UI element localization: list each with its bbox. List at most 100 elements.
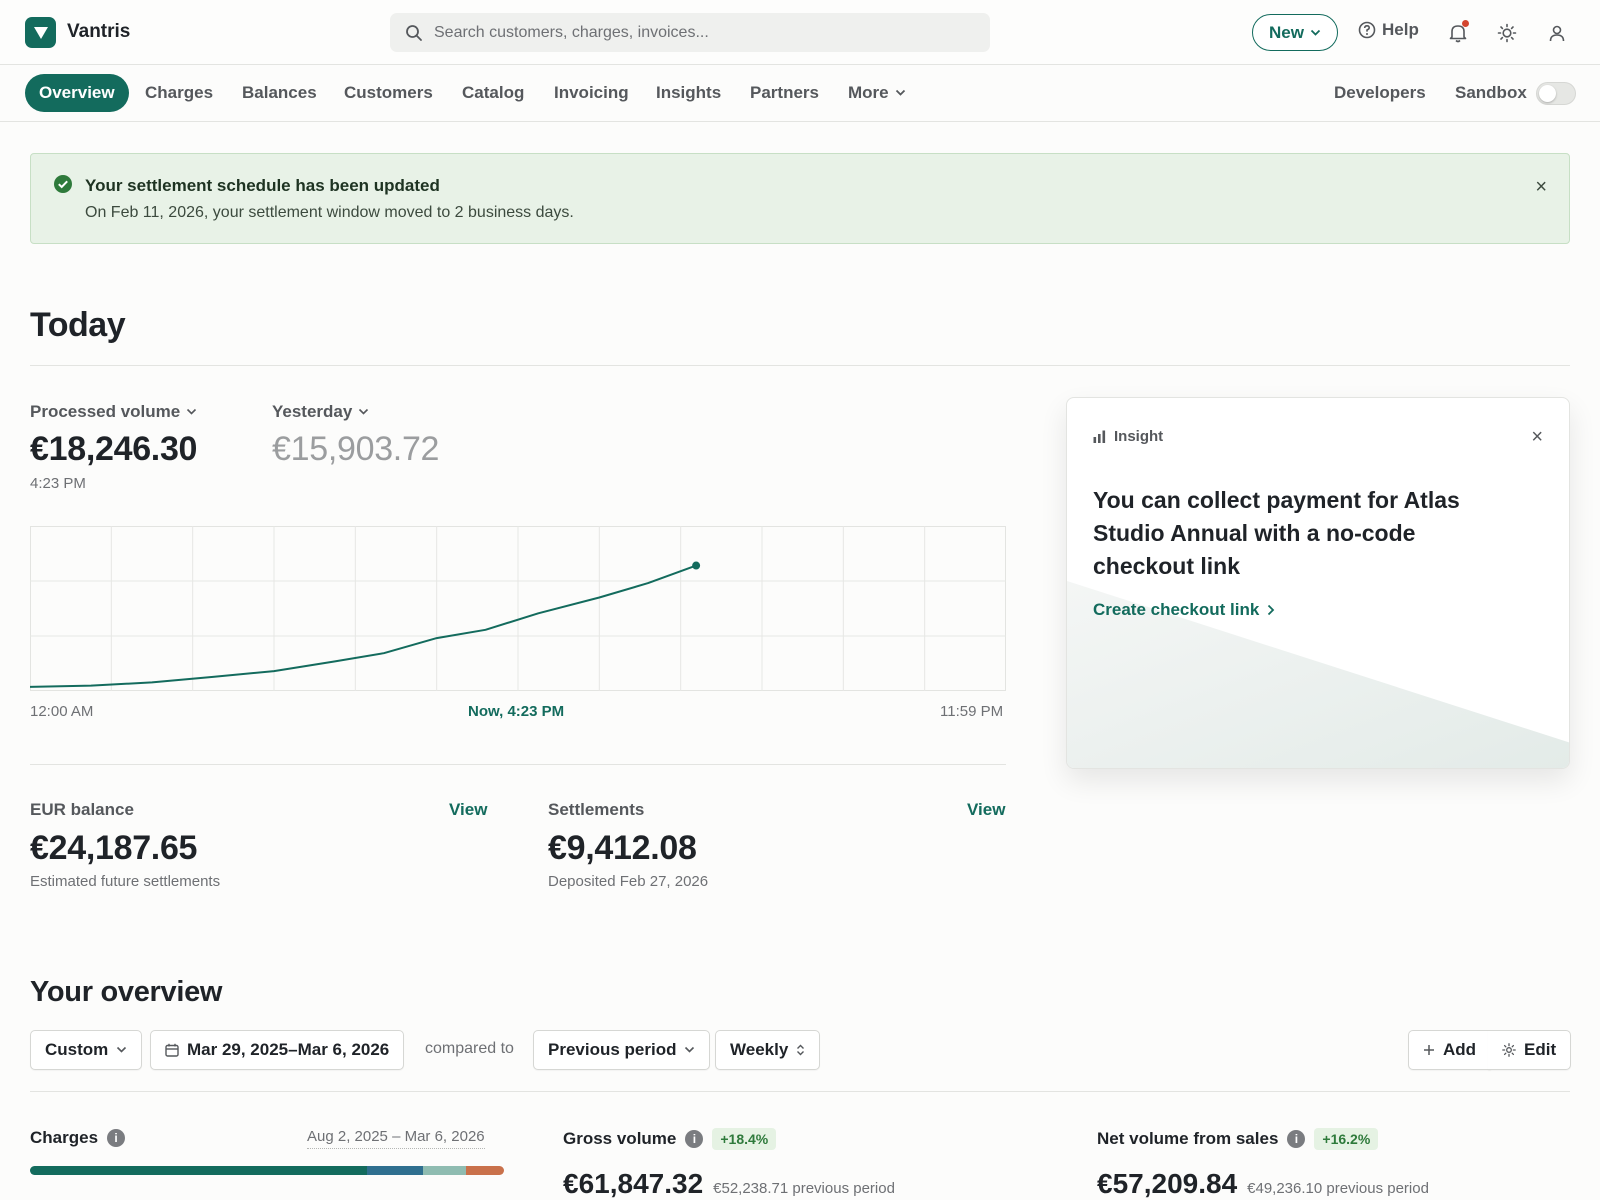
charges-bar-segment bbox=[466, 1166, 504, 1175]
settlements-label: Settlements bbox=[548, 800, 645, 819]
toggle-knob bbox=[1539, 85, 1556, 102]
create-checkout-link[interactable]: Create checkout link bbox=[1093, 600, 1275, 620]
processed-volume-time: 4:23 PM bbox=[30, 475, 86, 492]
chevron-down-icon bbox=[359, 408, 369, 415]
insight-close-icon[interactable]: × bbox=[1531, 426, 1543, 449]
edit-label: Edit bbox=[1524, 1040, 1557, 1059]
plus-icon bbox=[1424, 1045, 1434, 1055]
nav-charges[interactable]: Charges bbox=[145, 74, 213, 112]
chevron-updown-icon bbox=[797, 1044, 805, 1056]
alert-title: Your settlement schedule has been update… bbox=[85, 176, 440, 195]
new-button-label: New bbox=[1269, 22, 1304, 42]
nav-insights[interactable]: Insights bbox=[656, 74, 721, 112]
eur-balance-view-link[interactable]: View bbox=[449, 800, 487, 820]
charges-breakdown-bar bbox=[30, 1166, 504, 1175]
chevron-right-icon bbox=[1268, 604, 1275, 616]
charges-label: Charges bbox=[30, 1128, 99, 1147]
gross-volume-value: €61,847.32 bbox=[563, 1168, 704, 1199]
insight-card: Insight × You can collect payment for At… bbox=[1066, 397, 1570, 769]
compare-period-label: Yesterday bbox=[272, 402, 353, 421]
nav-balances[interactable]: Balances bbox=[242, 74, 317, 112]
sandbox-toggle[interactable] bbox=[1536, 82, 1576, 105]
overview-heading: Your overview bbox=[30, 976, 223, 1008]
alert-close-icon[interactable]: × bbox=[1535, 176, 1547, 199]
help-label: Help bbox=[1382, 20, 1419, 39]
insight-background-shape bbox=[1067, 581, 1569, 768]
bar-chart-icon bbox=[1093, 430, 1106, 443]
search-input[interactable] bbox=[434, 13, 974, 52]
theme-button[interactable] bbox=[1494, 20, 1520, 46]
info-icon[interactable]: i bbox=[107, 1129, 126, 1147]
comparison-label: Previous period bbox=[548, 1040, 677, 1059]
new-button[interactable]: New bbox=[1252, 14, 1338, 51]
net-volume-previous: €49,236.10 previous period bbox=[1247, 1180, 1429, 1197]
date-range-picker[interactable]: Mar 29, 2025–Mar 6, 2026 bbox=[150, 1030, 405, 1070]
axis-now-label: Now, 4:23 PM bbox=[468, 703, 565, 720]
edit-widgets-button[interactable]: Edit bbox=[1488, 1030, 1572, 1070]
chevron-down-icon bbox=[1310, 29, 1321, 36]
processed-volume-line bbox=[30, 564, 697, 688]
alert-body: On Feb 11, 2026, your settlement window … bbox=[85, 204, 574, 221]
nav-invoicing[interactable]: Invoicing bbox=[554, 74, 629, 112]
settlement-alert: Your settlement schedule has been update… bbox=[30, 153, 1570, 244]
net-volume-metric-label: Net volume from sales i +16.2% bbox=[1097, 1128, 1379, 1150]
sun-icon bbox=[1497, 23, 1517, 43]
eur-balance-label: EUR balance bbox=[30, 800, 134, 819]
nav-customers[interactable]: Customers bbox=[344, 74, 433, 112]
net-volume-delta-badge: +16.2% bbox=[1314, 1128, 1379, 1150]
eur-balance-value: €24,187.65 bbox=[30, 829, 198, 867]
charges-bar-segment bbox=[30, 1166, 367, 1175]
compare-period-value: €15,903.72 bbox=[272, 430, 440, 468]
search-bar[interactable] bbox=[390, 13, 990, 52]
divider bbox=[30, 764, 1006, 765]
brand-logo[interactable] bbox=[25, 17, 56, 48]
compare-period-selector[interactable]: Yesterday bbox=[272, 402, 369, 422]
notifications-button[interactable] bbox=[1445, 20, 1471, 46]
gross-volume-metric-label: Gross volume i +18.4% bbox=[563, 1128, 777, 1150]
interval-select[interactable]: Weekly bbox=[715, 1030, 821, 1070]
create-checkout-link-label: Create checkout link bbox=[1093, 600, 1260, 619]
insight-tag: Insight bbox=[1093, 428, 1163, 445]
net-volume-value: €57,209.84 bbox=[1097, 1168, 1238, 1199]
today-heading: Today bbox=[30, 306, 126, 344]
gross-volume-previous: €52,238.71 previous period bbox=[713, 1180, 895, 1197]
calendar-icon bbox=[165, 1043, 179, 1057]
notification-dot bbox=[1462, 20, 1469, 27]
user-icon bbox=[1549, 25, 1565, 42]
net-volume-label: Net volume from sales bbox=[1097, 1129, 1279, 1148]
range-type-select[interactable]: Custom bbox=[30, 1030, 143, 1070]
nav-catalog[interactable]: Catalog bbox=[462, 74, 524, 112]
info-icon[interactable]: i bbox=[1287, 1130, 1306, 1148]
divider bbox=[30, 1091, 1570, 1092]
processed-volume-selector[interactable]: Processed volume bbox=[30, 402, 197, 422]
nav-partners[interactable]: Partners bbox=[750, 74, 819, 112]
nav-developers[interactable]: Developers bbox=[1334, 74, 1426, 112]
account-button[interactable] bbox=[1544, 20, 1570, 46]
current-value-point bbox=[692, 561, 701, 570]
charges-bar-segment bbox=[366, 1166, 424, 1175]
interval-label: Weekly bbox=[730, 1040, 789, 1059]
axis-start-label: 12:00 AM bbox=[30, 703, 94, 720]
axis-end-label: 11:59 PM bbox=[940, 703, 1004, 720]
eur-balance-sub: Estimated future settlements bbox=[30, 873, 221, 890]
comparison-select[interactable]: Previous period bbox=[533, 1030, 711, 1070]
logo-mark-icon bbox=[33, 26, 48, 39]
main-nav: Overview Charges Balances Customers Cata… bbox=[0, 65, 1600, 122]
range-type-label: Custom bbox=[45, 1040, 109, 1059]
nav-overview[interactable]: Overview bbox=[25, 74, 129, 112]
divider bbox=[30, 365, 1570, 366]
nav-more[interactable]: More bbox=[848, 74, 906, 112]
search-icon bbox=[406, 25, 422, 41]
chevron-down-icon bbox=[895, 89, 905, 96]
gross-volume-label: Gross volume bbox=[563, 1129, 677, 1148]
nav-more-label: More bbox=[848, 83, 889, 102]
settlements-view-link[interactable]: View bbox=[967, 800, 1005, 820]
info-icon[interactable]: i bbox=[685, 1130, 704, 1148]
check-circle-icon bbox=[54, 175, 72, 193]
help-button[interactable]: Help bbox=[1358, 20, 1419, 40]
settlements-sub: Deposited Feb 27, 2026 bbox=[548, 873, 709, 890]
top-bar: Vantris New Help bbox=[0, 0, 1600, 65]
insight-tag-label: Insight bbox=[1114, 428, 1164, 445]
add-widget-button[interactable]: Add bbox=[1408, 1030, 1492, 1070]
charges-bar-segment bbox=[423, 1166, 467, 1175]
